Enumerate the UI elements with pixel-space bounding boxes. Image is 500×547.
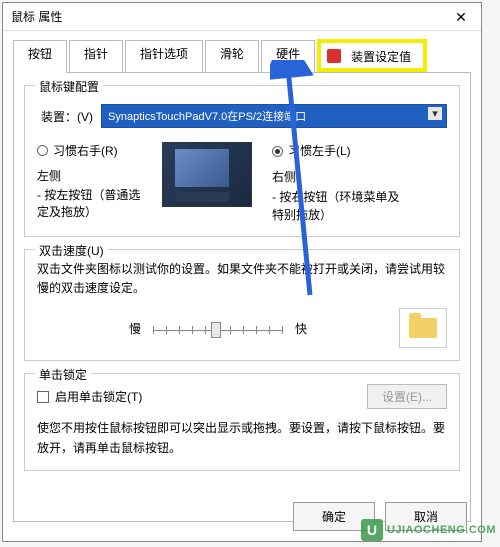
button-config-legend: 鼠标键配置 — [35, 78, 103, 95]
doubleclick-description: 双击文件夹图标以测试你的设置。如果文件夹不能被打开或关闭，请尝试用较慢的双击速度… — [37, 260, 447, 298]
button-config-group: 鼠标键配置 装置：(V) SynapticsTouchPadV7.0在PS/2连… — [24, 85, 460, 237]
doubleclick-slider-row: 慢 快 — [37, 308, 447, 348]
radio-right-hand-label: 习惯右手(R) — [53, 142, 118, 159]
slider-thumb[interactable] — [211, 322, 221, 338]
device-label: 装置：(V) — [41, 108, 93, 125]
watermark: U UJIAOCHENG.COM — [361, 519, 496, 541]
tab-bar: 按钮 指针 指针选项 滑轮 硬件 装置设定值 — [3, 31, 481, 72]
radio-icon — [272, 146, 283, 157]
tab-hardware[interactable]: 硬件 — [261, 40, 315, 73]
doubleclick-group: 双击速度(U) 双击文件夹图标以测试你的设置。如果文件夹不能被打开或关闭，请尝试… — [24, 249, 460, 361]
clicklock-description: 使您不用按住鼠标按钮即可以突出显示或拖拽。要设置，请按下鼠标按钮。要放开，请再单… — [37, 419, 447, 457]
doubleclick-test-folder[interactable] — [399, 308, 447, 348]
tab-buttons[interactable]: 按钮 — [13, 40, 67, 73]
left-side-title: 左侧 — [37, 167, 142, 184]
right-side-title: 右侧 — [272, 168, 402, 186]
radio-left-hand-label: 习惯左手(L) — [288, 142, 351, 160]
tab-pointer[interactable]: 指针 — [69, 40, 123, 73]
device-settings-icon — [327, 49, 341, 63]
enable-clicklock-label: 启用单击锁定(T) — [55, 388, 142, 405]
device-select[interactable]: SynapticsTouchPadV7.0在PS/2连接端口 — [101, 104, 447, 128]
tab-pointer-options[interactable]: 指针选项 — [125, 40, 203, 73]
titlebar: 鼠标 属性 ✕ — [3, 3, 481, 31]
clicklock-enable-row: 启用单击锁定(T) 设置(E)... — [37, 384, 447, 409]
radio-icon — [37, 145, 48, 156]
device-row: 装置：(V) SynapticsTouchPadV7.0在PS/2连接端口 — [41, 104, 447, 128]
slow-label: 慢 — [129, 320, 141, 337]
mouse-properties-window: 鼠标 属性 ✕ 按钮 指针 指针选项 滑轮 硬件 装置设定值 鼠标键配置 装置：… — [2, 2, 482, 542]
right-side-desc: - 按右按钮（环境菜单及特别拖放） — [272, 188, 402, 224]
radio-right-hand[interactable]: 习惯右手(R) — [37, 142, 142, 159]
watermark-text: UJIAOCHENG.COM — [387, 524, 496, 536]
close-button[interactable]: ✕ — [441, 3, 481, 31]
radio-left-hand[interactable]: 习惯左手(L) — [272, 142, 402, 160]
watermark-icon: U — [361, 519, 383, 541]
tab-wheel[interactable]: 滑轮 — [205, 40, 259, 73]
folder-icon — [409, 318, 437, 338]
doubleclick-speed-slider[interactable] — [153, 318, 283, 338]
touchpad-preview-image — [162, 142, 252, 207]
hand-config-row: 习惯右手(R) 左侧 - 按左按钮（普通选定及拖放） 习惯左手(L) 右侧 - … — [37, 142, 447, 224]
tab-content: 鼠标键配置 装置：(V) SynapticsTouchPadV7.0在PS/2连… — [13, 72, 471, 522]
clicklock-group: 单击锁定 启用单击锁定(T) 设置(E)... 使您不用按住鼠标按钮即可以突出显… — [24, 373, 460, 470]
enable-clicklock-checkbox[interactable] — [37, 391, 49, 403]
clicklock-settings-button[interactable]: 设置(E)... — [367, 384, 447, 409]
tab-device-settings[interactable]: 装置设定值 — [345, 46, 417, 67]
fast-label: 快 — [295, 320, 307, 337]
highlight-box: 装置设定值 — [317, 39, 427, 72]
clicklock-legend: 单击锁定 — [35, 366, 91, 383]
window-title: 鼠标 属性 — [11, 8, 62, 25]
doubleclick-legend: 双击速度(U) — [35, 242, 108, 259]
left-side-desc: - 按左按钮（普通选定及拖放） — [37, 186, 142, 220]
